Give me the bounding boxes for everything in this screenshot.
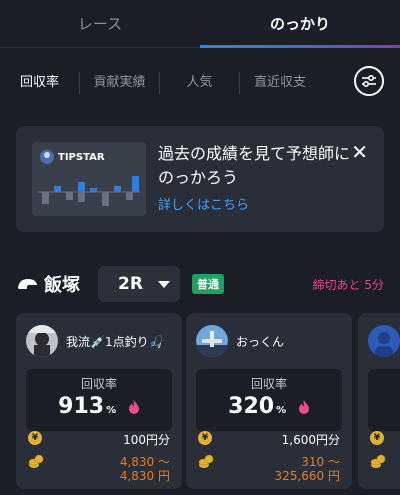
coin-stack-icon [198, 454, 214, 468]
sliders-icon[interactable] [354, 66, 384, 96]
tipster-card[interactable]: ¥ [358, 313, 400, 489]
filter-return-rate[interactable]: 回収率 [0, 72, 80, 94]
avatar [368, 325, 400, 357]
track-condition-badge: 普通 [192, 274, 224, 294]
promo-title: 過去の成績を見て予想師にのっかろう [158, 144, 351, 187]
promo-details-link[interactable]: 詳しくはこちら [158, 194, 249, 213]
tab-nokkari[interactable]: のっかり [200, 0, 400, 48]
filter-bar: 回収率 貢献実績 人気 直近収支 [0, 62, 400, 104]
tipster-card[interactable]: 我流💉1点釣り🎣 回収率 913% ¥ 100円分 4,830 〜 4,830 … [16, 313, 182, 489]
filter-popularity[interactable]: 人気 [160, 72, 240, 94]
avatar [26, 325, 58, 357]
fire-icon [128, 400, 139, 414]
bicycle-helmet-icon [18, 279, 37, 289]
yen-coin-icon: ¥ [28, 431, 42, 445]
fire-icon [298, 400, 309, 414]
tab-race[interactable]: レース [0, 0, 200, 47]
stat-value: 320% [196, 394, 342, 419]
stat-value: 913% [26, 394, 172, 419]
tipster-name: 我流💉1点釣り🎣 [66, 335, 164, 349]
promo-chart-image: TIPSTAR [32, 142, 146, 216]
payout-row: 310 〜 325,660 円 [198, 451, 340, 483]
stat-label: 回収率 [80, 377, 117, 391]
race-header: 飯塚 2R 普通 締切あと 5分 [16, 266, 384, 302]
close-icon[interactable]: ✕ [351, 140, 368, 164]
stat-label: 回収率 [250, 377, 287, 391]
avatar [196, 325, 228, 357]
coin-stack-icon [370, 454, 386, 468]
payout-max: 325,660 円 [274, 469, 340, 483]
yen-coin-icon: ¥ [198, 431, 212, 445]
filter-recent-balance[interactable]: 直近収支 [240, 72, 320, 94]
bet-row: ¥ 1,600円分 [198, 431, 340, 449]
promo-banner[interactable]: TIPSTAR 過去の成績を見て予想師にのっかろう 詳しくはこちら ✕ [16, 126, 384, 232]
race-number: 2R [118, 274, 143, 294]
promo-bars [38, 176, 140, 206]
deadline-text: 締切あと 5分 [312, 277, 384, 292]
tipster-name: おっくん [236, 335, 285, 349]
coin-stack-icon [28, 454, 44, 468]
chevron-down-icon [158, 280, 170, 288]
filter-contribution[interactable]: 貢献実績 [80, 72, 160, 94]
top-tabs: レース のっかり [0, 0, 400, 48]
venue-name: 飯塚 [44, 275, 80, 296]
bet-amount: 1,600円分 [281, 433, 340, 447]
bet-amount: 100円分 [123, 433, 170, 447]
payout-row: 4,830 〜 4,830 円 [28, 451, 170, 483]
payout-max: 4,830 円 [119, 469, 170, 483]
race-selector[interactable]: 2R [98, 266, 180, 302]
return-rate-box: 回収率 913% [26, 369, 172, 431]
bet-row: ¥ 100円分 [28, 431, 170, 449]
yen-coin-icon: ¥ [370, 431, 384, 445]
return-rate-box [368, 369, 400, 431]
return-rate-box: 回収率 320% [196, 369, 342, 431]
tipster-card[interactable]: おっくん 回収率 320% ¥ 1,600円分 310 〜 325,660 円 [186, 313, 352, 489]
